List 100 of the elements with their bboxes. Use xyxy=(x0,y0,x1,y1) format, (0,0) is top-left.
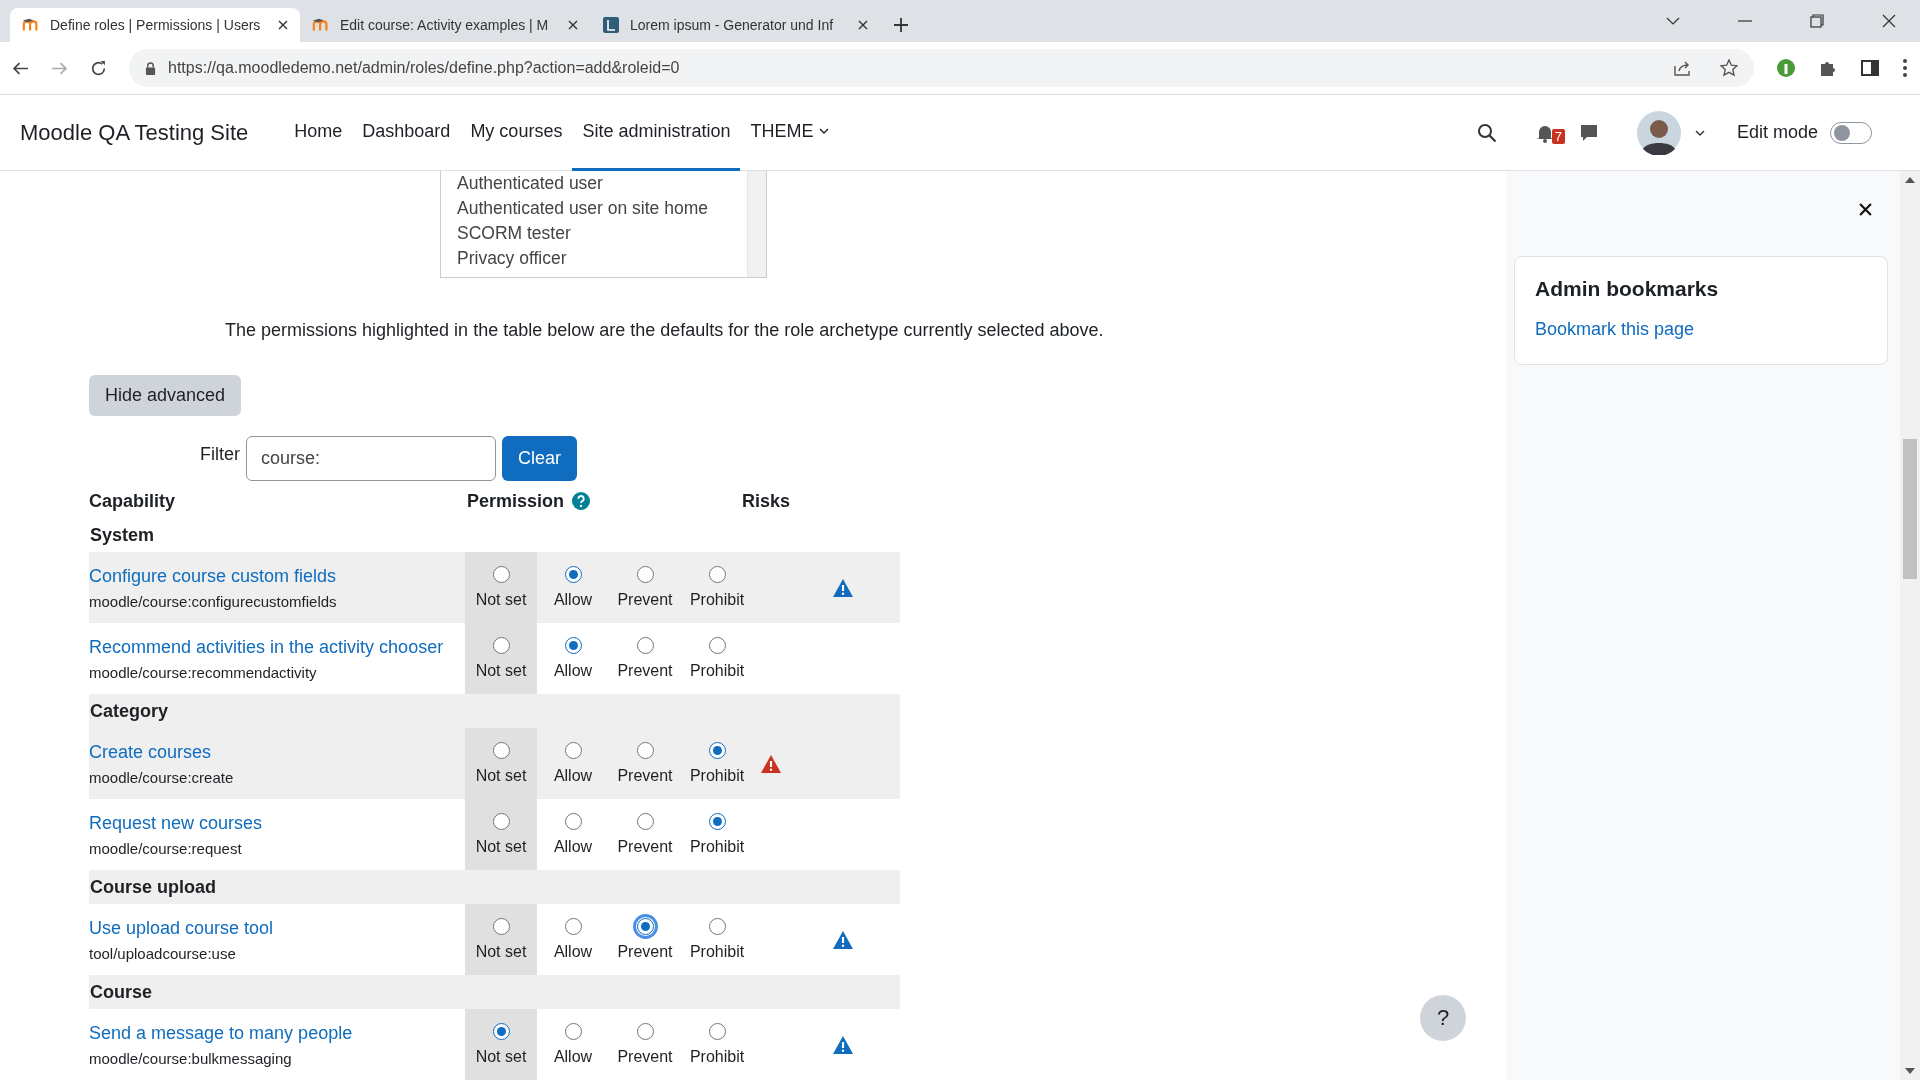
warning-triangle-icon[interactable] xyxy=(761,754,781,773)
column-header: Risks xyxy=(742,490,791,512)
warning-triangle-icon[interactable] xyxy=(833,578,853,597)
column-header: Capability xyxy=(89,490,177,512)
radio-button[interactable] xyxy=(708,566,726,584)
caret-icon[interactable] xyxy=(1694,129,1705,136)
filter-label: Filter xyxy=(200,443,240,465)
close-icon[interactable] xyxy=(278,20,288,30)
site-name[interactable]: Moodle QA Testing Site xyxy=(20,119,249,146)
radio-button[interactable] xyxy=(564,1023,582,1041)
option-label: Allow xyxy=(553,662,593,681)
plus-icon[interactable] xyxy=(894,18,908,32)
radio-button[interactable] xyxy=(708,742,726,760)
radio-button[interactable] xyxy=(564,637,582,655)
browser-tab[interactable]: Define roles | Permissions | Users xyxy=(10,8,300,42)
side-panel-icon[interactable] xyxy=(1860,58,1880,78)
radio-button[interactable] xyxy=(492,813,510,831)
option-label: Prevent xyxy=(617,767,673,786)
notification-badge: 7 xyxy=(1551,128,1565,144)
nav-link[interactable]: Dashboard xyxy=(352,94,461,171)
capability-code: moodle/course:request xyxy=(89,839,243,857)
bookmark-link[interactable]: Bookmark this page xyxy=(1535,319,1695,340)
radio-button[interactable] xyxy=(636,918,654,936)
vertical-scrollbar[interactable] xyxy=(747,171,766,277)
radio-button[interactable] xyxy=(492,742,510,760)
filter-field[interactable]: course: xyxy=(246,435,496,481)
close-icon[interactable] xyxy=(568,20,578,30)
radio-button[interactable] xyxy=(492,566,510,584)
hide-advanced-button[interactable]: Hide advanced xyxy=(89,374,242,416)
help-button[interactable]: ? xyxy=(1420,995,1466,1041)
capability-link[interactable]: Send a message to many people xyxy=(89,1022,465,1044)
nav-link[interactable]: My courses xyxy=(460,94,573,171)
option-label: Allow xyxy=(553,591,593,610)
block-title: Admin bookmarks xyxy=(1535,277,1719,301)
group-heading: Course xyxy=(89,975,900,1010)
extension-badge-icon[interactable] xyxy=(1776,58,1796,78)
capability-code: moodle/course:bulkmessaging xyxy=(89,1049,293,1067)
close-icon[interactable] xyxy=(1859,203,1872,216)
caret-icon xyxy=(819,128,830,134)
radio-button[interactable] xyxy=(636,813,654,831)
scrollbar-thumb[interactable] xyxy=(1903,439,1917,579)
star-icon[interactable] xyxy=(1720,59,1738,77)
restore-icon[interactable] xyxy=(1810,14,1824,28)
radio-button[interactable] xyxy=(636,742,654,760)
radio-button[interactable] xyxy=(564,742,582,760)
capability-link[interactable]: Use upload course tool xyxy=(89,917,465,939)
radio-button[interactable] xyxy=(636,1023,654,1041)
option-label: Prohibit xyxy=(689,1048,745,1067)
archetype-listbox[interactable]: Authenticated user Authenticated user on site home SCORM tester Privacy officer xyxy=(440,171,767,278)
radio-button[interactable] xyxy=(708,918,726,936)
capability-link[interactable]: Create courses xyxy=(89,741,465,763)
capability-code: tool/uploadcourse:use xyxy=(89,944,237,962)
radio-button[interactable] xyxy=(636,566,654,584)
list-option[interactable]: Authenticated user on site home xyxy=(457,196,747,221)
nav-link[interactable]: Home xyxy=(284,94,353,171)
capability-link[interactable]: Recommend activities in the activity chooser xyxy=(89,636,465,658)
list-option[interactable]: SCORM tester xyxy=(457,221,747,246)
browser-tab[interactable]: Lorem ipsum - Generator und Inf xyxy=(590,8,880,42)
capability-code: moodle/course:recommendactivity xyxy=(89,663,318,681)
option-label: Prohibit xyxy=(689,943,745,962)
list-option[interactable]: Privacy officer xyxy=(457,246,747,271)
list-option[interactable]: Authenticated user xyxy=(457,171,747,196)
scroll-down-icon[interactable] xyxy=(1905,1068,1915,1074)
radio-button[interactable] xyxy=(708,637,726,655)
capability-link[interactable]: Request new courses xyxy=(89,812,465,834)
page-scrollbar[interactable] xyxy=(1900,171,1920,1080)
clear-button[interactable]: Clear xyxy=(502,435,577,481)
radio-button[interactable] xyxy=(564,566,582,584)
share-icon[interactable] xyxy=(1674,59,1692,77)
nav-link[interactable]: THEME xyxy=(740,94,840,171)
radio-button[interactable] xyxy=(708,813,726,831)
tab-title: Lorem ipsum - Generator und Inf xyxy=(630,17,835,33)
radio-button[interactable] xyxy=(492,1023,510,1041)
warning-triangle-icon[interactable] xyxy=(833,930,853,949)
radio-button[interactable] xyxy=(708,1023,726,1041)
radio-button[interactable] xyxy=(492,918,510,936)
url-text: https://qa.moodledemo.net/admin/roles/define.php?action=add&roleid=0 xyxy=(168,59,680,77)
radio-button[interactable] xyxy=(636,637,654,655)
option-label: Prevent xyxy=(617,943,673,962)
capability-link[interactable]: Configure course custom fields xyxy=(89,565,465,587)
address-bar[interactable]: https://qa.moodledemo.net/admin/roles/define.php?action=add&roleid=0 xyxy=(129,49,1754,87)
column-header: Permission xyxy=(467,490,565,512)
avatar-icon[interactable] xyxy=(1636,110,1681,155)
warning-triangle-icon[interactable] xyxy=(833,1035,853,1054)
search-icon[interactable] xyxy=(1476,122,1497,143)
group-heading: Course upload xyxy=(89,870,900,905)
help-icon[interactable] xyxy=(572,492,591,511)
radio-button[interactable] xyxy=(564,918,582,936)
reload-icon[interactable] xyxy=(90,59,107,77)
scroll-up-icon[interactable] xyxy=(1905,177,1915,183)
radio-button[interactable] xyxy=(492,637,510,655)
option-label: Prohibit xyxy=(689,662,745,681)
group-heading: System xyxy=(89,524,156,548)
edit-mode-toggle[interactable] xyxy=(1830,121,1872,144)
chat-bubble-icon[interactable] xyxy=(1578,122,1599,143)
close-icon[interactable] xyxy=(858,20,868,30)
browser-tab[interactable]: Edit course: Activity examples | M xyxy=(300,8,590,42)
close-icon[interactable] xyxy=(1882,14,1896,28)
more-menu-icon[interactable] xyxy=(1902,58,1908,78)
radio-button[interactable] xyxy=(564,813,582,831)
